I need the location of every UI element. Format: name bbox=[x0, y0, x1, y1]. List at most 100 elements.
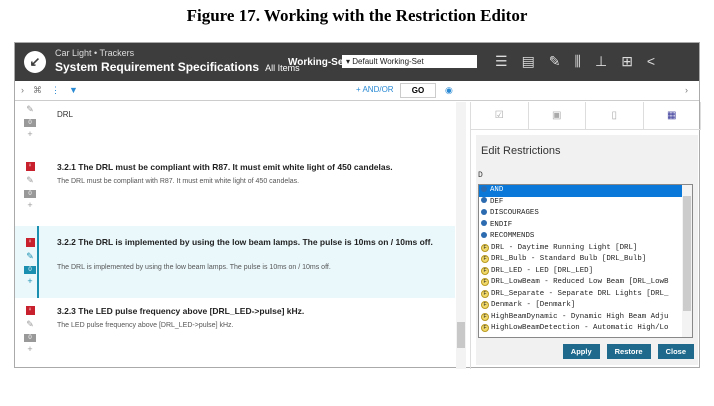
eye-icon[interactable]: ◉ bbox=[445, 85, 453, 96]
edit-document-icon[interactable]: ✎ bbox=[549, 53, 561, 70]
autocomplete-option[interactable]: AND bbox=[479, 185, 684, 197]
panel-heading: Edit Restrictions bbox=[481, 145, 561, 157]
selection-bar bbox=[37, 226, 39, 298]
feature-icon: F bbox=[481, 278, 489, 286]
title-text: System Requirement Specifications bbox=[55, 60, 260, 74]
scroll-thumb[interactable] bbox=[683, 196, 691, 311]
requirement-icon: ♀ bbox=[25, 306, 35, 315]
keyword-icon bbox=[481, 197, 487, 203]
expand-icon[interactable]: › bbox=[21, 85, 24, 95]
autocomplete-option[interactable]: DEF bbox=[479, 197, 684, 209]
option-label: Denmark - [Denmark] bbox=[491, 301, 576, 309]
add-icon[interactable]: + bbox=[27, 129, 32, 139]
list-item[interactable]: ♀ ✎ 0 + 3.2.3 The LED pulse frequency above… bbox=[15, 300, 455, 368]
autocomplete-option[interactable]: F DRL_LED - LED [DRL_LED] bbox=[479, 266, 684, 278]
restore-button[interactable]: Restore bbox=[606, 344, 651, 359]
requirement-icon: ♀ bbox=[25, 238, 35, 247]
tab-restrictions-icon[interactable]: ▦ bbox=[644, 102, 701, 129]
edit-icon[interactable]: ✎ bbox=[26, 175, 34, 185]
close-button[interactable]: Close bbox=[657, 344, 694, 359]
option-label: DISCOURAGES bbox=[490, 209, 539, 217]
comment-count[interactable]: 0 bbox=[24, 190, 36, 198]
dropdown-scrollbar[interactable] bbox=[682, 185, 692, 337]
edit-icon[interactable]: ✎ bbox=[26, 251, 34, 261]
tab-document-icon[interactable]: ▯ bbox=[586, 102, 644, 129]
edit-restrictions-panel: Edit Restrictions D AND DEF DISCOURAGES END… bbox=[476, 135, 698, 365]
option-label: HighBeamDynamic - Dynamic High Beam Adju bbox=[491, 312, 669, 321]
baseline-icon[interactable]: ⊥ bbox=[595, 53, 607, 70]
more-icon[interactable]: ⋮ bbox=[51, 85, 60, 96]
working-set-select[interactable]: ▾ Default Working-Set bbox=[342, 55, 477, 68]
document-icon[interactable]: ▤ bbox=[522, 53, 535, 70]
apply-button[interactable]: Apply bbox=[562, 344, 600, 359]
working-set-value: Default Working-Set bbox=[352, 57, 424, 66]
comment-count[interactable]: 0 bbox=[24, 266, 36, 274]
autocomplete-option[interactable]: DISCOURAGES bbox=[479, 208, 684, 220]
autocomplete-option[interactable]: F HighBeamDynamic - Dynamic High Beam Adj… bbox=[479, 312, 684, 324]
filter-icon[interactable]: ▼ bbox=[69, 85, 78, 95]
collapse-all-icon[interactable]: ⌘ bbox=[33, 85, 42, 96]
edit-icon[interactable]: ✎ bbox=[26, 104, 34, 114]
autocomplete-option[interactable]: F DRL_Separate - Separate DRL Lights [DRL… bbox=[479, 289, 684, 301]
autocomplete-option[interactable]: ENDIF bbox=[479, 220, 684, 232]
tab-checklist-icon[interactable]: ☑ bbox=[471, 102, 529, 129]
item-title: 3.2.3 The LED pulse frequency above [DRL… bbox=[57, 306, 305, 316]
edit-icon[interactable]: ✎ bbox=[26, 319, 34, 329]
keyword-icon bbox=[481, 220, 487, 226]
columns-icon[interactable]: ⫼ bbox=[575, 53, 581, 70]
list-icon[interactable]: ☰ bbox=[495, 53, 508, 70]
item-body: The LED pulse frequency above [DRL_LED->… bbox=[57, 322, 234, 329]
feature-icon: F bbox=[481, 255, 489, 263]
option-label: DRL_Separate - Separate DRL Lights [DRL_ bbox=[491, 289, 669, 298]
list-scrollbar[interactable] bbox=[456, 102, 466, 369]
option-label: RECOMMENDS bbox=[490, 232, 535, 240]
tab-test-icon[interactable]: ▣ bbox=[529, 102, 586, 129]
autocomplete-option[interactable]: F Denmark - [Denmark] bbox=[479, 300, 684, 312]
restriction-input[interactable]: D bbox=[478, 171, 483, 180]
option-label: DRL_Bulb - Standard Bulb [DRL_Bulb] bbox=[491, 255, 647, 263]
breadcrumb[interactable]: Car Light • Trackers bbox=[55, 48, 134, 58]
autocomplete-option[interactable]: F DRL_LowBeam - Reduced Low Beam [DRL_Low… bbox=[479, 277, 684, 289]
comment-count[interactable]: 0 bbox=[24, 119, 36, 127]
feature-icon: F bbox=[481, 324, 489, 332]
go-button[interactable]: GO bbox=[400, 83, 436, 98]
header: ↙ Car Light • Trackers System Requiremen… bbox=[15, 43, 699, 81]
item-title: 3.2.2 The DRL is implemented by using th… bbox=[57, 237, 433, 247]
panel-expand-icon[interactable]: › bbox=[685, 85, 688, 95]
autocomplete-list[interactable]: AND DEF DISCOURAGES ENDIF RECOMMENDS F DRL - D… bbox=[478, 184, 693, 338]
and-or-button[interactable]: + AND/OR bbox=[356, 85, 394, 94]
add-icon[interactable]: + bbox=[27, 200, 32, 210]
list-item[interactable]: ♀ ✎ 0 + 3.2.1 The DRL must be compliant wit… bbox=[15, 156, 455, 224]
option-label: HighLowBeamDetection - Automatic High/Lo bbox=[491, 324, 669, 332]
keyword-icon bbox=[481, 185, 487, 192]
list-item[interactable]: ✎ 0 + DRL bbox=[15, 102, 455, 142]
layout-icon[interactable]: ⊞ bbox=[621, 53, 633, 70]
autocomplete-option[interactable]: F DRL_Bulb - Standard Bulb [DRL_Bulb] bbox=[479, 254, 684, 266]
side-panel: ☑ ▣ ▯ ▦ Edit Restrictions D AND DEF DISCOU… bbox=[470, 102, 701, 369]
option-label: DRL - Daytime Running Light [DRL] bbox=[491, 243, 638, 252]
figure-title: Figure 17. Working with the Restriction … bbox=[186, 6, 528, 25]
autocomplete-option[interactable]: F HighLowBeamDetection - Automatic High/L… bbox=[479, 323, 684, 335]
feature-icon: F bbox=[481, 243, 489, 252]
add-icon[interactable]: + bbox=[27, 344, 32, 354]
keyword-icon bbox=[481, 231, 487, 238]
comment-count[interactable]: 0 bbox=[24, 334, 36, 342]
feature-icon: F bbox=[481, 266, 489, 275]
option-label: ENDIF bbox=[490, 220, 513, 229]
toolbar: › ⌘ ⋮ ▼ + AND/OR GO ◉ › bbox=[15, 81, 699, 101]
autocomplete-option[interactable]: RECOMMENDS bbox=[479, 231, 684, 243]
requirement-icon: ♀ bbox=[25, 162, 35, 171]
keyword-icon bbox=[481, 208, 487, 215]
share-icon[interactable]: < bbox=[647, 53, 655, 70]
app-window: ↙ Car Light • Trackers System Requiremen… bbox=[14, 42, 701, 369]
item-title: DRL bbox=[57, 110, 74, 119]
add-icon[interactable]: + bbox=[27, 276, 32, 286]
autocomplete-option[interactable]: F DRL - Daytime Running Light [DRL] bbox=[479, 243, 684, 255]
scroll-thumb[interactable] bbox=[457, 322, 465, 348]
option-label: AND bbox=[490, 186, 504, 194]
list-item-selected[interactable]: ♀ ✎ 0 + 3.2.2 The DRL is implemented by usi… bbox=[15, 226, 455, 298]
feature-icon: F bbox=[481, 301, 489, 309]
working-set-label: Working-Set: bbox=[288, 57, 351, 68]
feature-icon: F bbox=[481, 312, 489, 321]
app-logo-icon[interactable]: ↙ bbox=[24, 51, 46, 73]
